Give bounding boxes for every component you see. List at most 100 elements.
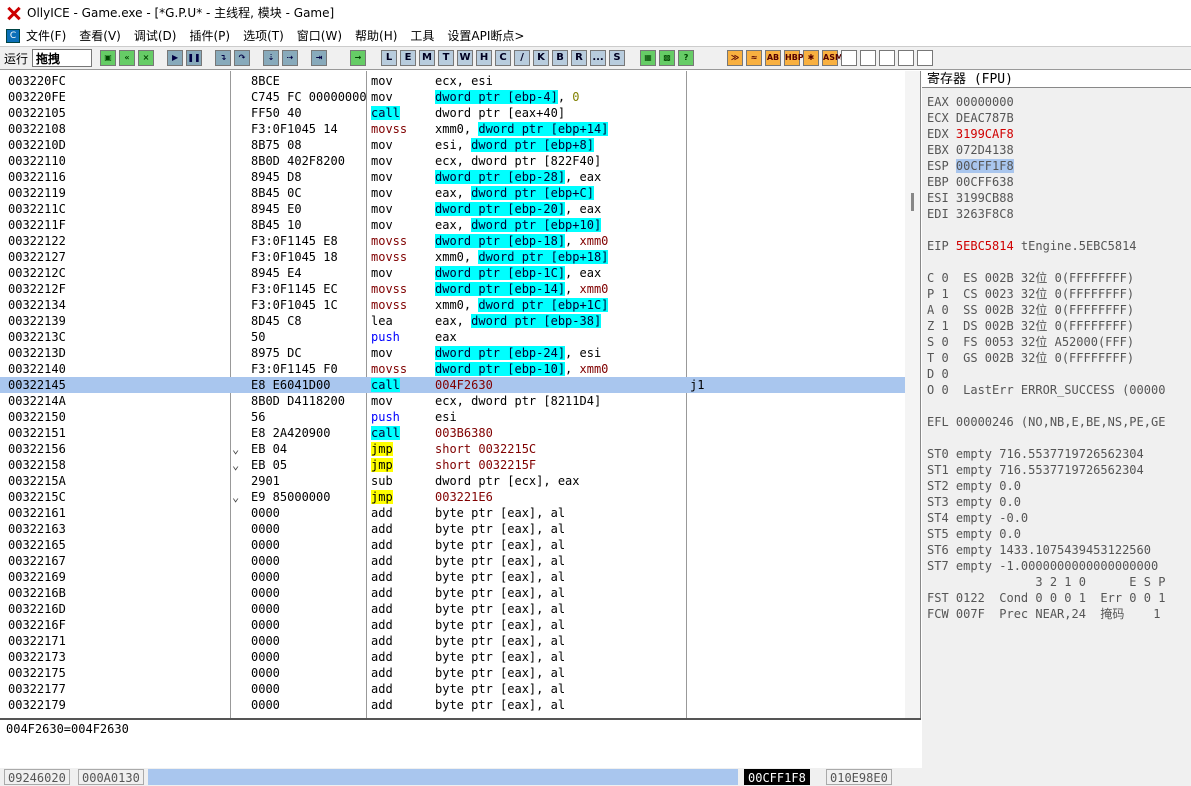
register-line[interactable]: D 0	[927, 366, 949, 382]
open-icon[interactable]: ▣	[100, 50, 117, 66]
breakpoints-window-button[interactable]: B	[552, 50, 569, 66]
references-window-button[interactable]: R	[571, 50, 588, 66]
animate-over-icon[interactable]: ≈	[746, 50, 763, 66]
register-line[interactable]: EAX 00000000	[927, 94, 1014, 110]
register-line[interactable]: ST0 empty 716.5537719726562304	[927, 446, 1144, 462]
disasm-row[interactable]: 00322119 8B45 0C mov eax, dword ptr [ebp+C]	[0, 185, 905, 201]
goto-icon[interactable]: →	[350, 50, 367, 66]
blank-button-1[interactable]	[841, 50, 858, 66]
blank-button-3[interactable]	[879, 50, 896, 66]
blank-button-4[interactable]	[898, 50, 915, 66]
trace-into-icon[interactable]: ⇣	[263, 50, 280, 66]
disasm-row[interactable]: 00322175 0000 add byte ptr [eax], al	[0, 665, 905, 681]
scrollbar-thumb[interactable]	[911, 193, 914, 211]
disasm-row[interactable]: 0032216B 0000 add byte ptr [eax], al	[0, 585, 905, 601]
asm-icon[interactable]: ASM	[822, 50, 843, 66]
registers-header[interactable]: 寄存器 (FPU)	[922, 71, 1191, 88]
disasm-row[interactable]: 00322161 0000 add byte ptr [eax], al	[0, 505, 905, 521]
register-line[interactable]: EFL 00000246 (NO,NB,E,BE,NS,PE,GE	[927, 414, 1165, 430]
disasm-row[interactable]: 0032216D 0000 add byte ptr [eax], al	[0, 601, 905, 617]
color-grid-icon[interactable]: ▩	[659, 50, 676, 66]
disasm-row[interactable]: 00322151 E8 2A420900 call 003B6380	[0, 425, 905, 441]
step-over-icon[interactable]: ↷	[234, 50, 251, 66]
register-line[interactable]: S 0 FS 0053 32位 A52000(FFF)	[927, 334, 1134, 350]
patches-window-button[interactable]: /	[514, 50, 531, 66]
register-line[interactable]: C 0 ES 002B 32位 0(FFFFFFFF)	[927, 270, 1134, 286]
disasm-row[interactable]: 00322165 0000 add byte ptr [eax], al	[0, 537, 905, 553]
disasm-row[interactable]: 00322140 F3:0F1145 F0 movss dword ptr [ebp-…	[0, 361, 905, 377]
register-line[interactable]: Z 1 DS 002B 32位 0(FFFFFFFF)	[927, 318, 1134, 334]
register-line[interactable]: ESP 00CFF1F8	[927, 158, 1014, 174]
disasm-row[interactable]: 0032215C ⌄ E9 85000000 jmp 003221E6	[0, 489, 905, 505]
disasm-row[interactable]: 00322179 0000 add byte ptr [eax], al	[0, 697, 905, 713]
disasm-row[interactable]: 00322171 0000 add byte ptr [eax], al	[0, 633, 905, 649]
disasm-row[interactable]: 00322139 8D45 C8 lea eax, dword ptr [ebp-38…	[0, 313, 905, 329]
register-line[interactable]: O 0 LastErr ERROR_SUCCESS (00000	[927, 382, 1165, 398]
disasm-row[interactable]: 00322167 0000 add byte ptr [eax], al	[0, 553, 905, 569]
register-line[interactable]: ECX DEAC787B	[927, 110, 1014, 126]
disasm-row[interactable]: 0032213C 50 push eax	[0, 329, 905, 345]
register-line[interactable]: ST7 empty -1.0000000000000000000	[927, 558, 1158, 574]
disasm-row[interactable]: 00322163 0000 add byte ptr [eax], al	[0, 521, 905, 537]
step-into-icon[interactable]: ↴	[215, 50, 232, 66]
hbp-icon[interactable]: HBP	[784, 50, 804, 66]
trace-over-icon[interactable]: ⇢	[282, 50, 299, 66]
menu-tools[interactable]: 工具	[410, 27, 434, 44]
call-stack-window-button[interactable]: K	[533, 50, 550, 66]
disasm-row[interactable]: 00322110 8B0D 402F8200 mov ecx, dword ptr […	[0, 153, 905, 169]
disasm-row[interactable]: 00322105 FF50 40 call dword ptr [eax+40]	[0, 105, 905, 121]
register-line[interactable]: EBX 072D4138	[927, 142, 1014, 158]
animate-into-icon[interactable]: ≫	[727, 50, 744, 66]
register-line[interactable]: EDI 3263F8C8	[927, 206, 1014, 222]
disasm-row[interactable]: 00322150 56 push esi	[0, 409, 905, 425]
menu-debug[interactable]: 调试(D)	[134, 27, 177, 44]
disasm-row[interactable]: 0032215A 2901 sub dword ptr [ecx], eax	[0, 473, 905, 489]
modules-window-button[interactable]: E	[400, 50, 417, 66]
disasm-row[interactable]: 0032216F 0000 add byte ptr [eax], al	[0, 617, 905, 633]
handles-window-button[interactable]: H	[476, 50, 493, 66]
blank-button-2[interactable]	[860, 50, 877, 66]
disasm-row[interactable]: 0032211C 8945 E0 mov dword ptr [ebp-20], ea…	[0, 201, 905, 217]
register-line[interactable]: A 0 SS 002B 32位 0(FFFFFFFF)	[927, 302, 1134, 318]
disasm-row[interactable]: 00322177 0000 add byte ptr [eax], al	[0, 681, 905, 697]
disasm-row[interactable]: 0032211F 8B45 10 mov eax, dword ptr [ebp+10…	[0, 217, 905, 233]
disasm-row[interactable]: 0032213D 8975 DC mov dword ptr [ebp-24], es…	[0, 345, 905, 361]
log-window-button[interactable]: L	[381, 50, 398, 66]
menu-view[interactable]: 查看(V)	[79, 27, 121, 44]
pause-icon[interactable]: ❚❚	[186, 50, 203, 66]
grid-icon[interactable]: ▦	[640, 50, 657, 66]
disassembly-pane[interactable]: 003220FC 8BCE mov ecx, esi 003220FE C745 FC 0…	[0, 71, 921, 718]
register-line[interactable]: P 1 CS 0023 32位 0(FFFFFFFF)	[927, 286, 1134, 302]
menu-options[interactable]: 选项(T)	[243, 27, 284, 44]
disasm-row[interactable]: 0032212C 8945 E4 mov dword ptr [ebp-1C], ea…	[0, 265, 905, 281]
disasm-row[interactable]: 00322173 0000 add byte ptr [eax], al	[0, 649, 905, 665]
execute-till-return-icon[interactable]: ⇥	[311, 50, 328, 66]
ab-icon[interactable]: AB	[765, 50, 782, 66]
disasm-row[interactable]: 003220FC 8BCE mov ecx, esi	[0, 73, 905, 89]
disasm-row[interactable]: 00322158 ⌄ EB 05 jmp short 0032215F	[0, 457, 905, 473]
restart-icon[interactable]: «	[119, 50, 136, 66]
disasm-row[interactable]: 0032210D 8B75 08 mov esi, dword ptr [ebp+8]	[0, 137, 905, 153]
register-line[interactable]: ST2 empty 0.0	[927, 478, 1021, 494]
disassembly-scrollbar[interactable]	[905, 71, 920, 718]
gear-icon[interactable]: ✱	[803, 50, 820, 66]
disasm-row[interactable]: 00322122 F3:0F1145 E8 movss dword ptr [ebp-…	[0, 233, 905, 249]
register-line[interactable]: T 0 GS 002B 32位 0(FFFFFFFF)	[927, 350, 1134, 366]
cpu-window-icon[interactable]: C	[6, 28, 20, 43]
windows-window-button[interactable]: W	[457, 50, 474, 66]
disasm-row[interactable]: 003220FE C745 FC 00000000 mov dword ptr [eb…	[0, 89, 905, 105]
close-icon[interactable]: ×	[138, 50, 155, 66]
help-icon[interactable]: ?	[678, 50, 695, 66]
disasm-row[interactable]: 00322127 F3:0F1045 18 movss xmm0, dword ptr…	[0, 249, 905, 265]
disasm-row[interactable]: 00322134 F3:0F1045 1C movss xmm0, dword ptr…	[0, 297, 905, 313]
disasm-row[interactable]: 00322145 E8 E6041D00 call 004F2630 j1	[0, 377, 905, 393]
menu-help[interactable]: 帮助(H)	[355, 27, 397, 44]
register-line[interactable]: ST5 empty 0.0	[927, 526, 1021, 542]
menu-file[interactable]: 文件(F)	[26, 27, 66, 44]
registers-pane[interactable]: 寄存器 (FPU) EAX 00000000 ECX DEAC787B EDX 31…	[922, 71, 1191, 768]
register-line[interactable]: 3 2 1 0 E S P	[927, 574, 1165, 590]
source-window-button[interactable]: S	[609, 50, 626, 66]
register-line[interactable]: ST3 empty 0.0	[927, 494, 1021, 510]
register-line[interactable]: ST6 empty 1433.1075439453122560	[927, 542, 1151, 558]
menu-plugins[interactable]: 插件(P)	[189, 27, 230, 44]
